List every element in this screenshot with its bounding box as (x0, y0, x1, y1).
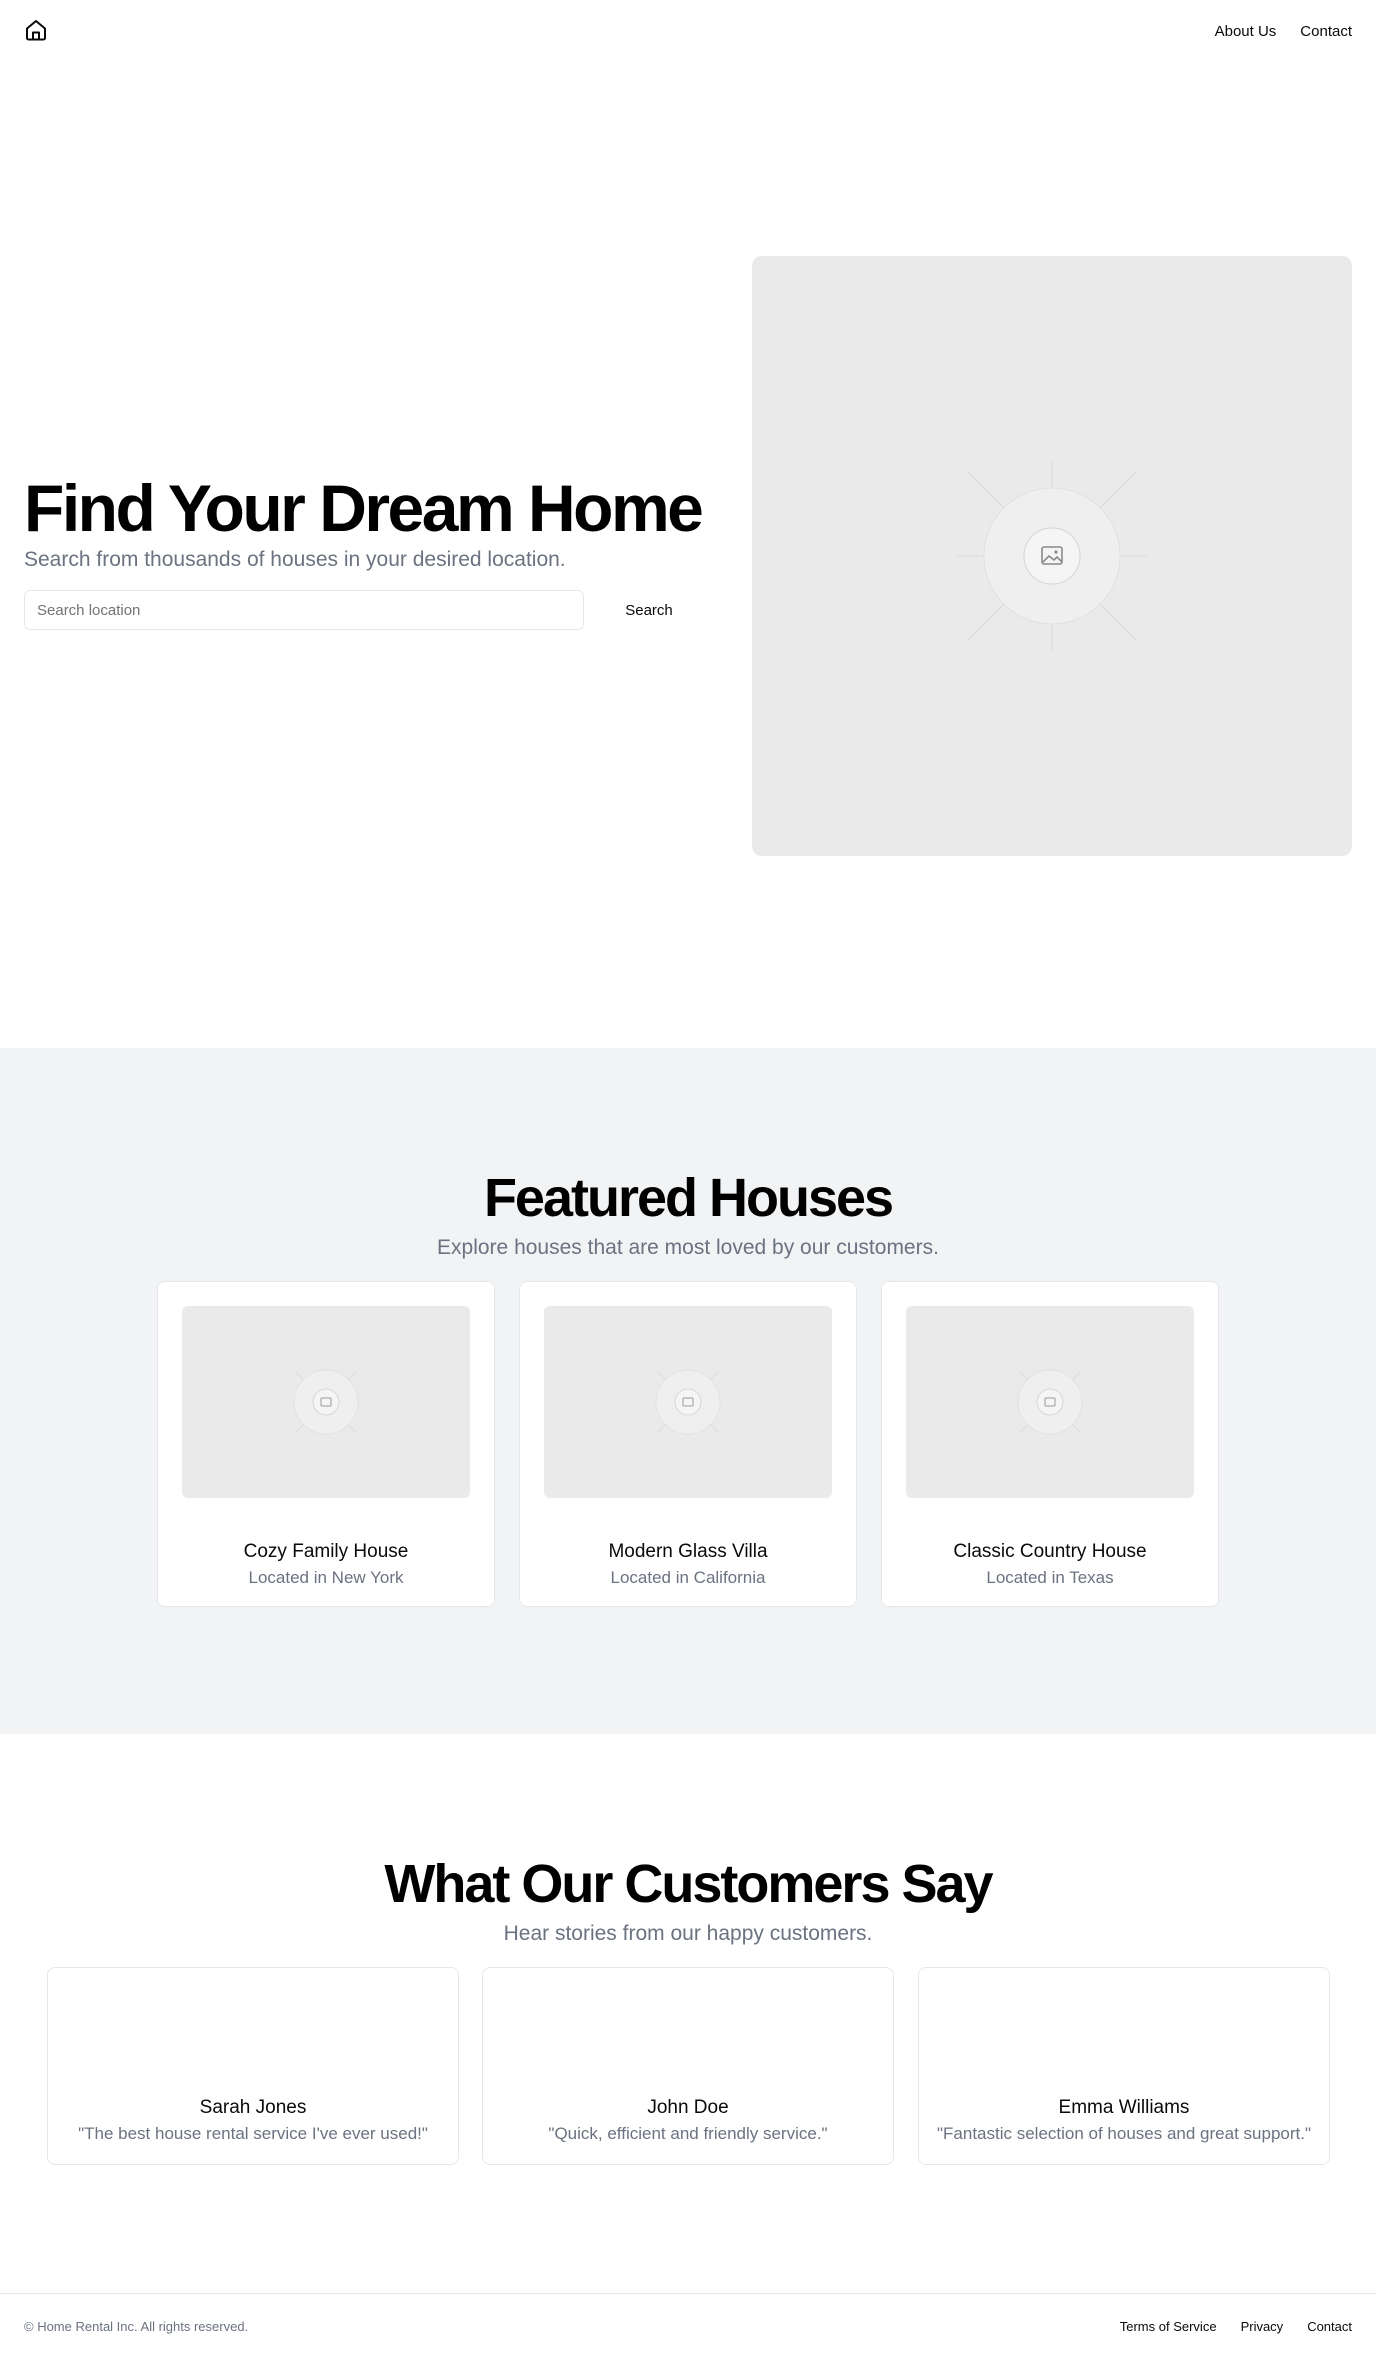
house-card[interactable]: Classic Country House Located in Texas (881, 1281, 1219, 1607)
home-icon (26, 20, 46, 41)
footer-nav: Terms of Service Privacy Contact (1120, 2318, 1352, 2336)
featured-title: Featured Houses (483, 1168, 894, 1228)
site-header: About Us Contact (0, 0, 1376, 64)
house-card[interactable]: Modern Glass Villa Located in California (519, 1281, 857, 1607)
testimonials-subtitle: Hear stories from our happy customers. (503, 1922, 873, 1945)
testimonial-quote: "Quick, efficient and friendly service." (548, 2124, 828, 2143)
search-location-input[interactable] (24, 590, 584, 630)
house-name: Modern Glass Villa (608, 1541, 768, 1562)
testimonial-card: Emma Williams "Fantastic selection of ho… (918, 1967, 1330, 2165)
nav-contact-link[interactable]: Contact (1300, 22, 1352, 42)
copyright-text: © Home Rental Inc. All rights reserved. (24, 2319, 249, 2334)
image-placeholder-icon (292, 1368, 360, 1436)
hero-subtitle: Search from thousands of houses in your … (24, 548, 566, 571)
house-location: Located in New York (248, 1568, 404, 1587)
testimonial-card: John Doe "Quick, efficient and friendly … (482, 1967, 894, 2165)
footer-privacy-link[interactable]: Privacy (1241, 2318, 1284, 2336)
search-button[interactable]: Search (600, 590, 698, 630)
house-name: Cozy Family House (243, 1541, 409, 1562)
hero-image (752, 256, 1352, 856)
main-nav: About Us Contact (1215, 22, 1352, 42)
house-name: Classic Country House (953, 1541, 1147, 1562)
testimonial-name: John Doe (647, 2097, 729, 2118)
nav-about-us-link[interactable]: About Us (1215, 22, 1277, 42)
footer-contact-link[interactable]: Contact (1307, 2318, 1352, 2336)
footer-terms-link[interactable]: Terms of Service (1120, 2318, 1217, 2336)
house-image (182, 1306, 470, 1498)
testimonial-quote: "The best house rental service I've ever… (78, 2124, 428, 2143)
testimonial-name: Emma Williams (1058, 2097, 1190, 2118)
image-placeholder-icon (1016, 1368, 1084, 1436)
house-location: Located in California (610, 1568, 766, 1587)
testimonials-title: What Our Customers Say (384, 1854, 993, 1914)
house-image (906, 1306, 1194, 1498)
site-footer: © Home Rental Inc. All rights reserved. … (0, 2293, 1376, 2358)
image-placeholder-icon (654, 1368, 722, 1436)
house-image (544, 1306, 832, 1498)
testimonial-quote: "Fantastic selection of houses and great… (936, 2124, 1311, 2143)
hero-title: Find Your Dream Home (24, 471, 704, 545)
image-placeholder-icon (957, 461, 1147, 651)
house-location: Located in Texas (986, 1568, 1114, 1587)
featured-subtitle: Explore houses that are most loved by ou… (437, 1236, 939, 1259)
testimonial-card: Sarah Jones "The best house rental servi… (47, 1967, 459, 2165)
testimonial-name: Sarah Jones (199, 2097, 307, 2118)
house-card[interactable]: Cozy Family House Located in New York (157, 1281, 495, 1607)
home-logo-link[interactable] (24, 18, 48, 42)
